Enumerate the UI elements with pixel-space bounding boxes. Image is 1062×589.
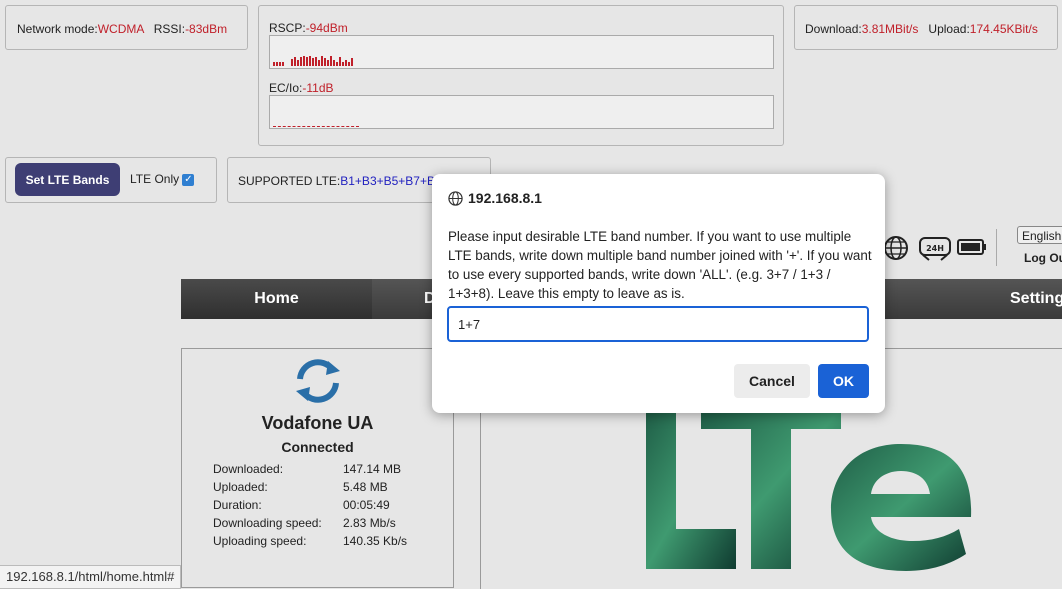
dialog-globe-icon [448,191,463,206]
lte-only-label: LTE Only [130,172,180,186]
ecio-label: EC/Io: [269,81,303,95]
network-mode-value: WCDMA [97,22,144,36]
stat-label: Downloading speed: [213,516,322,530]
network-mode-label: Network mode: [17,22,98,36]
stat-label: Uploading speed: [213,534,307,548]
header-divider [996,229,997,266]
battery-icon [957,238,987,256]
supported-lte-value: B1+B3+B5+B7+B [340,174,435,188]
stat-value: 2.83 Mb/s [343,516,396,530]
ecio-graph [269,95,774,129]
connection-status: Connected [281,439,354,455]
lte-logo [641,409,981,579]
dialog-message: Please input desirable LTE band number. … [448,229,872,301]
connection-panel: Vodafone UA Connected Downloaded: 147.14… [181,348,454,588]
language-value: English [1022,229,1062,243]
stat-value: 147.14 MB [343,462,402,476]
stat-label: Uploaded: [213,480,268,494]
rscp-bars [273,56,353,66]
nav-home[interactable]: Home [181,279,372,319]
rssi-value: -83dBm [185,22,228,36]
throughput-box: Download:3.81MBit/s Upload:174.45KBit/s [794,5,1058,50]
stat-value: 5.48 MB [343,480,388,494]
nav-settings[interactable]: Setting [1010,279,1062,319]
set-lte-bands-button[interactable]: Set LTE Bands [15,163,120,196]
prompt-dialog: 192.168.8.1 Please input desirable LTE b… [432,174,885,413]
stat-value: 140.35 Kb/s [343,534,408,548]
upload-value: 174.45KBit/s [969,22,1038,36]
network-mode-box: Network mode:WCDMA RSSI:-83dBm [5,5,248,50]
band-input[interactable] [447,306,869,342]
rscp-value: -94dBm [305,21,348,35]
24h-phone-icon[interactable]: 24H [917,235,953,261]
download-label: Download: [805,22,862,36]
stat-label: Duration: [213,498,262,512]
status-url: 192.168.8.1/html/home.html# [0,565,182,589]
ecio-line [273,126,359,127]
lte-only-checkbox[interactable]: ✓ [182,173,195,186]
rscp-label: RSCP: [269,21,306,35]
stat-value: 00:05:49 [343,498,390,512]
supported-lte-label: SUPPORTED LTE: [238,174,341,188]
rscp-graph [269,35,774,69]
refresh-icon[interactable] [292,357,344,405]
globe-icon[interactable] [883,235,909,261]
operator-name: Vodafone UA [261,413,374,433]
svg-text:24H: 24H [926,244,944,253]
download-value: 3.81MBit/s [861,22,919,36]
dialog-title: 192.168.8.1 [468,190,542,206]
stat-label: Downloaded: [213,462,284,476]
ok-button[interactable]: OK [818,364,869,398]
signal-box: RSCP:-94dBm EC/Io:-11dB [258,5,784,146]
logout-link[interactable]: Log Ou [1024,251,1062,265]
lte-only-toggle[interactable]: LTE Only ✓ [130,172,195,186]
upload-label: Upload: [928,22,970,36]
ecio-value: -11dB [302,81,334,95]
language-select[interactable]: English [1017,226,1062,244]
cancel-button[interactable]: Cancel [734,364,810,398]
rssi-label: RSSI: [153,22,186,36]
